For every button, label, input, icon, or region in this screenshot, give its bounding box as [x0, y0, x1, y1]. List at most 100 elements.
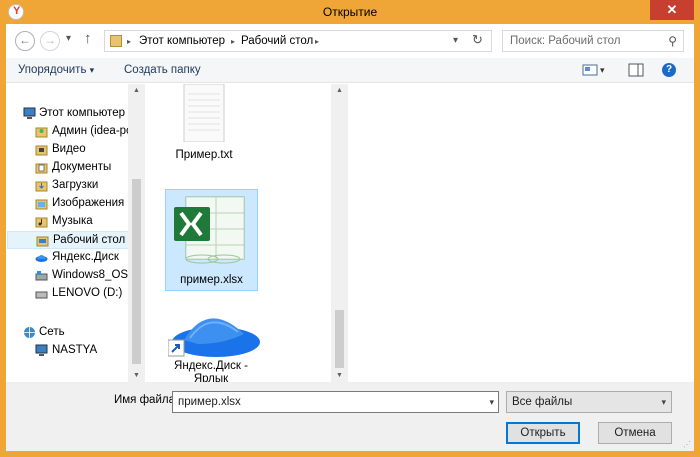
file-item-xlsx[interactable]: пример.xlsx: [165, 189, 258, 291]
computer-icon: [35, 344, 48, 356]
window-title: Открытие: [322, 5, 378, 19]
sidebar-item-label: Этот компьютер: [39, 107, 125, 119]
filename-field[interactable]: пример.xlsx ▾: [172, 391, 499, 413]
sidebar-item-label: Видео: [52, 143, 86, 155]
sidebar-item-desktop[interactable]: Рабочий стол: [7, 231, 138, 249]
open-file-dialog: Открытие ✕ ← → ▾ ↑ ▸ Этот компьютер ▸ Ра…: [0, 0, 700, 457]
file-list-scrollbar[interactable]: ▲ ▼: [331, 84, 348, 382]
dialog-footer: Имя файла: пример.xlsx ▾ Все файлы ▾ Отк…: [6, 382, 694, 451]
pictures-folder-icon: [35, 199, 48, 210]
computer-icon: [23, 107, 36, 119]
drive-d-icon: [35, 291, 48, 299]
back-button[interactable]: ←: [15, 31, 35, 51]
file-item-yandex-shortcut[interactable]: Яндекс.Диск - Ярлык: [158, 304, 264, 385]
file-name: Пример.txt: [175, 149, 233, 161]
empty-area: [348, 84, 694, 382]
filename-label: Имя файла:: [114, 394, 179, 406]
sidebar-item-yandex-disk[interactable]: Яндекс.Диск: [6, 249, 137, 267]
sidebar-item-label: Изображения: [52, 197, 125, 209]
file-list: Пример.txt пример.xlsx Яндекс.Диск - Ярл…: [146, 84, 331, 385]
music-folder-icon: [35, 217, 48, 228]
help-icon[interactable]: ?: [662, 63, 676, 77]
scroll-up-arrow[interactable]: ▲: [331, 87, 348, 94]
user-folder-icon: [35, 127, 48, 138]
title-bar: Открытие ✕: [0, 0, 700, 24]
recent-locations-button[interactable]: ▾: [66, 33, 71, 44]
sidebar-item-pictures[interactable]: Изображения: [6, 195, 137, 213]
file-item-text[interactable]: Пример.txt: [158, 84, 250, 168]
drive-c-icon: [35, 271, 48, 281]
close-button[interactable]: ✕: [650, 0, 694, 20]
sidebar-item-admin[interactable]: Админ (idea-pc): [6, 123, 137, 141]
navigation-bar: ← → ▾ ↑ ▸ Этот компьютер ▸ Рабочий стол …: [6, 24, 694, 58]
sidebar-item-label: Админ (idea-pc): [52, 125, 136, 137]
scroll-down-arrow[interactable]: ▼: [128, 372, 145, 379]
chevron-down-icon[interactable]: ▾: [489, 397, 494, 408]
chevron-down-icon: ▾: [661, 397, 666, 407]
yandex-disk-shortcut-icon: [168, 318, 260, 357]
video-folder-icon: [35, 145, 48, 156]
sidebar-item-label: LENOVO (D:): [52, 287, 123, 299]
sidebar-item-label: NASTYA: [52, 344, 98, 356]
downloads-folder-icon: [35, 181, 48, 192]
sidebar-item-downloads[interactable]: Загрузки: [6, 177, 137, 195]
breadcrumb-this-pc[interactable]: Этот компьютер: [139, 35, 225, 47]
sidebar-item-label: Яндекс.Диск: [52, 251, 119, 263]
sidebar-item-network[interactable]: Сеть: [6, 324, 137, 342]
breadcrumb-separator[interactable]: ▸: [127, 37, 131, 46]
dialog-body: ← → ▾ ↑ ▸ Этот компьютер ▸ Рабочий стол …: [6, 24, 694, 451]
search-input[interactable]: Поиск: Рабочий стол: [510, 35, 620, 47]
sidebar-item-drive-c[interactable]: Windows8_OS (C: [6, 267, 137, 285]
sidebar-item-label: Windows8_OS (C: [52, 269, 137, 281]
organize-button[interactable]: Упорядочить ▾: [18, 64, 94, 76]
up-button[interactable]: ↑: [84, 30, 92, 47]
cancel-button[interactable]: Отмена: [598, 422, 672, 444]
scrollbar-thumb[interactable]: [335, 310, 344, 368]
sidebar-scrollbar[interactable]: ▲ ▼: [128, 84, 145, 382]
preview-pane-icon[interactable]: [628, 63, 644, 77]
file-name: пример.xlsx: [180, 274, 243, 286]
sidebar-item-documents[interactable]: Документы: [6, 159, 137, 177]
desktop-folder-icon: [36, 236, 49, 247]
refresh-icon[interactable]: ↻: [472, 32, 483, 48]
sidebar-item-label: Документы: [52, 161, 112, 173]
sidebar-item-label: Сеть: [39, 326, 65, 338]
navigation-pane: Этот компьютер Админ (idea-pc) Видео Док…: [6, 84, 145, 382]
sidebar-item-video[interactable]: Видео: [6, 141, 137, 159]
organize-label: Упорядочить: [18, 64, 87, 76]
view-options-icon[interactable]: [582, 63, 598, 77]
breadcrumb-desktop[interactable]: Рабочий стол: [241, 35, 313, 47]
sidebar-item-this-pc[interactable]: Этот компьютер: [6, 105, 137, 123]
folder-icon: [110, 35, 122, 47]
view-dropdown-button[interactable]: ▾: [600, 65, 605, 76]
excel-file-icon: [174, 196, 245, 264]
new-folder-button[interactable]: Создать папку: [124, 64, 201, 76]
sidebar-item-label: Рабочий стол: [53, 234, 126, 246]
text-file-icon: [183, 84, 225, 142]
forward-button[interactable]: →: [40, 31, 60, 51]
file-type-value: Все файлы: [512, 396, 573, 408]
network-icon: [24, 327, 35, 338]
documents-folder-icon: [35, 163, 48, 174]
scroll-up-arrow[interactable]: ▲: [128, 87, 145, 94]
search-box[interactable]: Поиск: Рабочий стол ⚲: [502, 30, 684, 52]
open-button[interactable]: Открыть: [506, 422, 580, 444]
command-toolbar: Упорядочить ▾ Создать папку ▾ ?: [6, 58, 694, 83]
resize-grip-icon[interactable]: ⋰: [683, 440, 691, 449]
address-history-dropdown[interactable]: ▾: [453, 35, 458, 46]
chevron-down-icon: ▾: [89, 65, 95, 75]
filename-value[interactable]: пример.xlsx: [178, 396, 241, 408]
scroll-down-arrow[interactable]: ▼: [331, 372, 348, 379]
sidebar-item-label: Загрузки: [52, 179, 99, 191]
address-bar[interactable]: ▸ Этот компьютер ▸ Рабочий стол ▸ ▾ ↻: [104, 30, 492, 52]
file-type-select[interactable]: Все файлы ▾: [506, 391, 672, 413]
sidebar-item-nastya[interactable]: NASTYA: [6, 342, 137, 360]
yandex-disk-icon: [35, 255, 48, 262]
sidebar-item-music[interactable]: Музыка: [6, 213, 137, 231]
search-icon[interactable]: ⚲: [668, 34, 677, 48]
breadcrumb-separator[interactable]: ▸: [231, 37, 235, 46]
scrollbar-thumb[interactable]: [132, 179, 141, 364]
breadcrumb-separator[interactable]: ▸: [315, 37, 319, 46]
sidebar-item-drive-d[interactable]: LENOVO (D:): [6, 285, 137, 303]
file-name-line1: Яндекс.Диск -: [174, 360, 248, 372]
